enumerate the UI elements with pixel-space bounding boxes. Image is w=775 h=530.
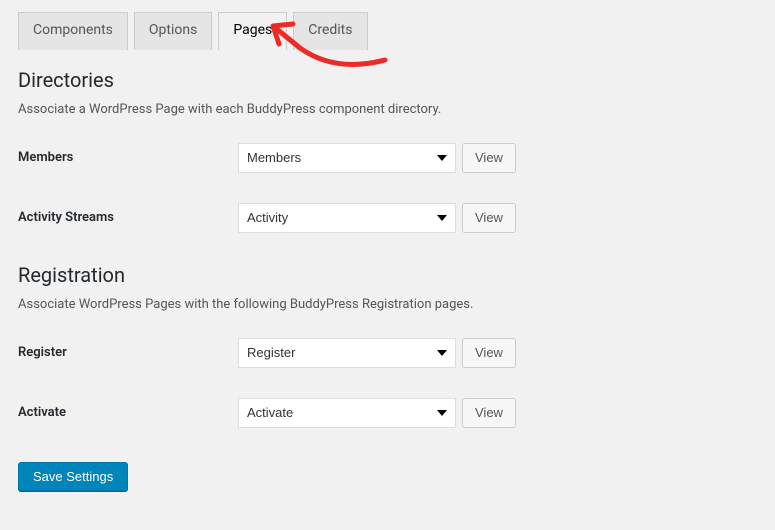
label-activity-streams: Activity Streams (18, 210, 238, 225)
view-register-button[interactable]: View (462, 338, 516, 368)
tab-components[interactable]: Components (18, 12, 128, 50)
row-activate: Activate Activate View (18, 398, 757, 428)
row-members: Members Members View (18, 143, 757, 173)
tab-options[interactable]: Options (134, 12, 212, 50)
save-settings-button[interactable]: Save Settings (18, 462, 128, 491)
tab-pages[interactable]: Pages (218, 12, 287, 50)
settings-tabs: Components Options Pages Credits (18, 12, 757, 50)
select-register[interactable]: Register (238, 338, 456, 368)
label-members: Members (18, 150, 238, 165)
directories-heading: Directories (18, 68, 757, 92)
select-activate[interactable]: Activate (238, 398, 456, 428)
select-activity[interactable]: Activity (238, 203, 456, 233)
registration-heading: Registration (18, 263, 757, 287)
row-activity-streams: Activity Streams Activity View (18, 203, 757, 233)
select-members[interactable]: Members (238, 143, 456, 173)
registration-description: Associate WordPress Pages with the follo… (18, 297, 757, 312)
view-members-button[interactable]: View (462, 143, 516, 173)
label-activate: Activate (18, 405, 238, 420)
tab-credits[interactable]: Credits (293, 12, 367, 50)
row-register: Register Register View (18, 338, 757, 368)
directories-description: Associate a WordPress Page with each Bud… (18, 102, 757, 117)
view-activity-button[interactable]: View (462, 203, 516, 233)
label-register: Register (18, 345, 238, 360)
view-activate-button[interactable]: View (462, 398, 516, 428)
